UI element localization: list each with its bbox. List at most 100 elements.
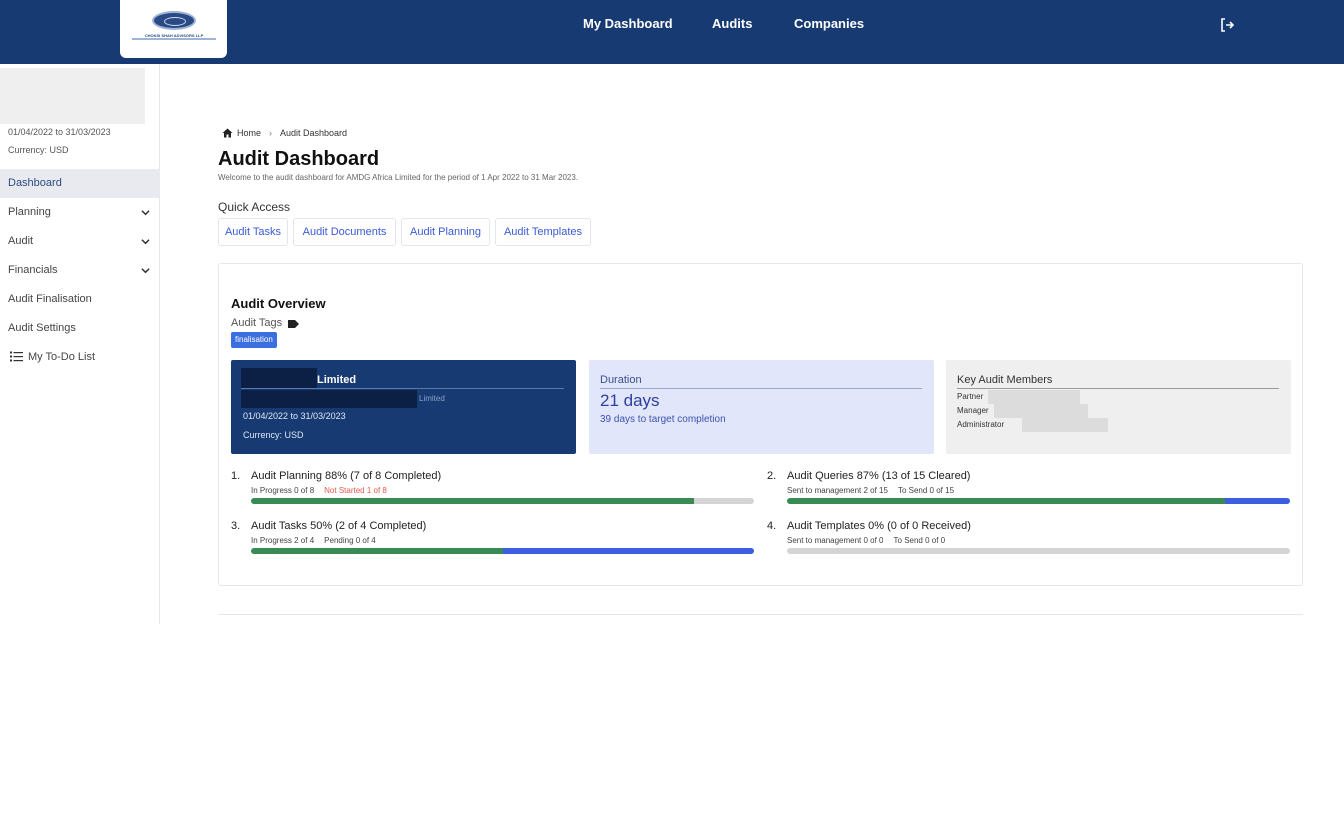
company-legal-suffix: Limited <box>419 394 445 403</box>
sidebar-period: 01/04/2022 to 31/03/2023 <box>8 127 111 137</box>
company-divider <box>241 388 564 389</box>
progress-meta: Sent to management 2 of 15 To Send 0 of 1… <box>787 486 1271 496</box>
progress-meta: In Progress 2 of 4 Pending 0 of 4 <box>251 536 735 546</box>
logo-underline <box>132 38 216 40</box>
member-partner-label: Partner <box>957 392 984 401</box>
progress-meta-item: To Send 0 of 15 <box>897 486 955 495</box>
progress-meta-item: In Progress 2 of 4 <box>251 536 315 545</box>
duration-label: Duration <box>600 374 642 386</box>
progress-bar-complete <box>251 548 503 554</box>
sidebar-item-audit-finalisation[interactable]: Audit Finalisation <box>0 285 160 314</box>
key-audit-members-label: Key Audit Members <box>957 374 1053 386</box>
members-divider <box>957 388 1279 389</box>
page-subtitle: Welcome to the audit dashboard for AMDG … <box>218 173 579 182</box>
progress-summary: (13 of 15 Cleared) <box>881 470 971 482</box>
duration-value: 21 days <box>600 391 660 410</box>
progress-heading: 3. Audit Tasks 50% (2 of 4 Completed) <box>231 520 735 533</box>
progress-bar <box>251 498 754 504</box>
progress-bar-pending <box>502 548 754 554</box>
progress-bar <box>787 498 1290 504</box>
quick-access-audit-tasks[interactable]: Audit Tasks <box>218 218 288 246</box>
sidebar-item-financials[interactable]: Financials <box>0 256 160 285</box>
company-legal-name-redacted <box>241 390 417 408</box>
member-administrator-label: Administrator <box>957 420 1005 429</box>
progress-meta-item: Sent to management 0 of 0 <box>787 536 884 545</box>
breadcrumb-current: Audit Dashboard <box>280 128 348 138</box>
progress-bar-complete <box>787 498 1225 504</box>
member-manager-label: Manager <box>957 406 989 415</box>
breadcrumb: Home › Audit Dashboard <box>222 127 347 139</box>
quick-access-audit-documents[interactable]: Audit Documents <box>293 218 396 246</box>
page-title: Audit Dashboard <box>218 148 380 170</box>
breadcrumb-separator: › <box>269 128 273 138</box>
progress-meta: Sent to management 0 of 0 To Send 0 of 0 <box>787 536 1271 546</box>
progress-bar <box>787 548 1290 554</box>
sidebar-item-label: My To-Do List <box>28 351 96 363</box>
company-logo[interactable]: CHOKSI SHAH ADVISORS LLP <box>120 0 227 58</box>
progress-percent: 87% <box>856 470 879 482</box>
company-name: Limited <box>317 374 357 386</box>
progress-audit-tasks[interactable]: 3. Audit Tasks 50% (2 of 4 Completed) In P… <box>231 520 754 554</box>
nav-audits[interactable]: Audits <box>712 16 752 32</box>
progress-audit-templates[interactable]: 4. Audit Templates 0% (0 of 0 Received) Se… <box>767 520 1290 554</box>
company-name-redacted <box>0 68 145 124</box>
company-period: 01/04/2022 to 31/03/2023 <box>243 411 346 421</box>
progress-meta-item: In Progress 0 of 8 <box>251 486 315 495</box>
progress-meta-item: To Send 0 of 0 <box>893 536 946 545</box>
sidebar-item-label: Audit Settings <box>8 322 76 334</box>
sidebar-item-todo-list[interactable]: My To-Do List <box>0 343 160 372</box>
sidebar-item-audit[interactable]: Audit <box>0 227 160 256</box>
progress-number: 1. <box>231 470 241 482</box>
progress-summary: (7 of 8 Completed) <box>350 470 442 482</box>
progress-summary: (0 of 0 Received) <box>887 520 971 532</box>
member-manager-redacted <box>994 404 1088 418</box>
member-administrator-redacted <box>1022 418 1108 432</box>
progress-title: Audit Planning <box>251 470 322 482</box>
progress-percent: 88% <box>325 470 348 482</box>
audit-tag-badge[interactable]: finalisation <box>231 332 277 348</box>
audit-overview-title: Audit Overview <box>231 296 326 311</box>
quick-access-audit-planning[interactable]: Audit Planning <box>401 218 490 246</box>
chevron-down-icon <box>141 210 150 216</box>
tag-icon[interactable] <box>288 319 300 328</box>
quick-access-audit-templates[interactable]: Audit Templates <box>495 218 591 246</box>
progress-percent: 50% <box>310 520 333 532</box>
sidebar-item-label: Audit Finalisation <box>8 293 92 305</box>
sidebar-item-dashboard[interactable]: Dashboard <box>0 169 160 198</box>
progress-bar-pending <box>1224 498 1290 504</box>
sidebar-currency: Currency: USD <box>8 145 69 155</box>
progress-number: 3. <box>231 520 241 532</box>
company-summary-box: Limited Limited 01/04/2022 to 31/03/2023… <box>231 360 576 454</box>
progress-title: Audit Queries <box>787 470 854 482</box>
progress-title: Audit Tasks <box>251 520 308 532</box>
nav-my-dashboard[interactable]: My Dashboard <box>583 16 673 32</box>
chevron-down-icon <box>141 268 150 274</box>
nav-companies[interactable]: Companies <box>794 16 864 32</box>
duration-box: Duration 21 days 39 days to target compl… <box>589 360 934 454</box>
key-audit-members-box: Key Audit Members Partner Manager Admini… <box>946 360 1291 454</box>
progress-heading: 4. Audit Templates 0% (0 of 0 Received) <box>767 520 1271 533</box>
progress-heading: 2. Audit Queries 87% (13 of 15 Cleared) <box>767 470 1271 483</box>
progress-meta-item: Not Started 1 of 8 <box>324 486 387 495</box>
progress-audit-planning[interactable]: 1. Audit Planning 88% (7 of 8 Completed) I… <box>231 470 754 504</box>
sidebar: 01/04/2022 to 31/03/2023 Currency: USD D… <box>0 64 160 624</box>
progress-audit-queries[interactable]: 2. Audit Queries 87% (13 of 15 Cleared) Se… <box>767 470 1290 504</box>
logo-emblem-icon <box>152 11 196 30</box>
progress-meta-item: Sent to management 2 of 15 <box>787 486 888 495</box>
chevron-down-icon <box>141 239 150 245</box>
duration-target-note: 39 days to target completion <box>600 414 726 425</box>
duration-divider <box>600 388 922 389</box>
progress-summary: (2 of 4 Completed) <box>335 520 427 532</box>
top-nav-bar: CHOKSI SHAH ADVISORS LLP My Dashboard Au… <box>0 0 1344 64</box>
audit-overview-card: Audit Overview Audit Tags finalisation L… <box>218 263 1303 586</box>
progress-bar-complete <box>251 498 694 504</box>
audit-tags: Audit Tags <box>231 317 300 330</box>
breadcrumb-home[interactable]: Home <box>237 127 261 139</box>
audit-tags-label: Audit Tags <box>231 317 283 329</box>
progress-bar <box>251 548 754 554</box>
sidebar-item-planning[interactable]: Planning <box>0 198 160 227</box>
member-partner-redacted <box>988 390 1080 404</box>
sidebar-item-audit-settings[interactable]: Audit Settings <box>0 314 160 343</box>
company-currency: Currency: USD <box>243 430 304 440</box>
logout-icon[interactable] <box>1219 17 1235 33</box>
